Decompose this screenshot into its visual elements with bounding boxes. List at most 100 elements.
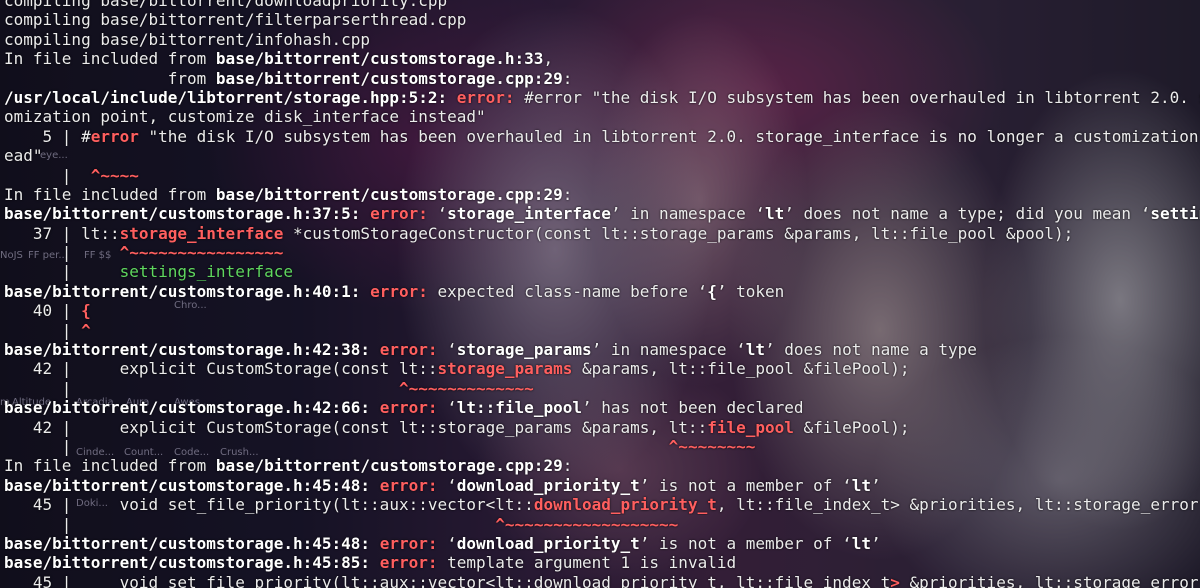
quoted-identifier: storage_params — [456, 340, 592, 360]
diagnostic-message: ’ has not been declared — [581, 398, 804, 418]
terminal-line: base/bittorrent/customstorage.h:42:66: e… — [4, 398, 1200, 417]
quoted-identifier: download_priority_t — [456, 533, 640, 553]
line-text: ead" — [4, 146, 43, 166]
gutter-bar: | — [4, 436, 82, 456]
gutter-bar: | — [4, 378, 82, 398]
source-code: lt:: — [81, 223, 120, 243]
include-prefix: In file included from — [4, 456, 216, 476]
source-code: # — [81, 126, 91, 146]
diagnostic-location: /usr/local/include/libtorrent/storage.hp… — [4, 87, 448, 107]
terminal-output[interactable]: compiling base/bittorrent/downloadpriori… — [0, 0, 1200, 588]
caret-marker: ^~~~~~~~~~~~~~~~~~~ — [495, 514, 679, 534]
diagnostic-location: base/bittorrent/customstorage.h:45:48: — [4, 475, 371, 495]
quoted-identifier: download_priority_t — [456, 475, 640, 495]
gutter-bar: | — [4, 165, 82, 185]
terminal-line: | ^~~~~~~~~~~~~~~~~ — [4, 243, 1200, 262]
line-number-gutter: 45 | — [4, 572, 82, 588]
highlighted-token: error — [90, 126, 139, 146]
highlighted-token: storage_params — [437, 359, 573, 379]
gutter-bar: | — [4, 262, 82, 282]
diagnostic-location: base/bittorrent/customstorage.h:40:1: — [4, 281, 361, 301]
diagnostic-message: ‘ — [437, 398, 457, 418]
diagnostic-message: ’ in namespace ‘ — [610, 204, 766, 224]
include-prefix: In file included from — [4, 184, 216, 204]
source-code: void set_file_priority(lt::aux::vector<l… — [81, 572, 891, 588]
terminal-line: base/bittorrent/customstorage.h:37:5: er… — [4, 204, 1200, 223]
diagnostic-location: base/bittorrent/customstorage.h:45:48: — [4, 533, 371, 553]
terminal-line: | ^~~~~~~~~~~~~~ — [4, 379, 1200, 398]
include-location: base/bittorrent/customstorage.cpp:29 — [215, 68, 563, 88]
source-code: &filePool); — [793, 417, 910, 437]
diagnostic-message: ‘ — [427, 204, 448, 224]
terminal-line: base/bittorrent/customstorage.h:40:1: er… — [4, 282, 1200, 301]
diagnostic-message: ‘ — [437, 475, 457, 495]
source-code: "the disk I/O subsystem has been overhau… — [148, 126, 1199, 146]
diagnostic-message: ’ is not a member of ‘ — [639, 475, 852, 495]
caret-padding — [81, 379, 399, 398]
quoted-identifier: lt — [851, 475, 871, 495]
error-label: error: — [379, 533, 438, 553]
error-label: error: — [379, 475, 438, 495]
terminal-line: 40 | { — [4, 301, 1200, 320]
terminal-line: /usr/local/include/libtorrent/storage.hp… — [4, 88, 1200, 107]
include-location: base/bittorrent/customstorage.h:33 — [215, 49, 544, 69]
terminal-line: | ^~~~~~~~~~~~~~~~~~~ — [4, 515, 1200, 534]
quoted-identifier: storage_interface — [447, 204, 611, 224]
terminal-line: | ^~~~~~~~~ — [4, 437, 1200, 456]
include-suffix: : — [562, 456, 573, 476]
gutter-bar: | — [4, 320, 82, 340]
gutter-bar: | — [4, 514, 82, 534]
diagnostic-message: expected class-name before ‘ — [427, 281, 708, 301]
line-text: compiling base/bittorrent/filterparserth… — [4, 10, 467, 30]
error-label: error: — [370, 281, 428, 301]
line-text: compiling base/bittorrent/downloadpriori… — [4, 0, 448, 10]
diagnostic-message: ’ token — [716, 281, 785, 301]
terminal-line: compiling base/bittorrent/filterparserth… — [4, 10, 1200, 29]
caret-padding — [81, 262, 120, 281]
diagnostic-message: ‘ — [437, 340, 457, 360]
quoted-identifier: lt — [765, 204, 785, 224]
terminal-line: base/bittorrent/customstorage.h:45:85: e… — [4, 553, 1200, 572]
line-text: omization point, customize disk_interfac… — [4, 107, 486, 127]
terminal-line: from base/bittorrent/customstorage.cpp:2… — [4, 69, 1200, 88]
gutter-bar: | — [4, 243, 82, 263]
caret-marker: ^~~~~ — [90, 165, 139, 185]
diagnostic-location: base/bittorrent/customstorage.h:45:85: — [4, 553, 371, 573]
terminal-line: In file included from base/bittorrent/cu… — [4, 49, 1200, 68]
line-number-gutter: 5 | — [4, 126, 82, 146]
line-number-gutter: 37 | — [4, 223, 82, 243]
caret-padding — [81, 515, 495, 534]
fixit-suggestion: settings_interface — [119, 262, 293, 282]
terminal-line: 37 | lt::storage_interface *customStorag… — [4, 224, 1200, 243]
quoted-identifier: lt::file_pool — [456, 398, 582, 418]
quoted-identifier: lt — [851, 533, 871, 553]
terminal-line: compiling base/bittorrent/infohash.cpp — [4, 30, 1200, 49]
source-code: explicit CustomStorage(const lt::storage… — [81, 417, 708, 437]
terminal-line: compiling base/bittorrent/downloadpriori… — [4, 0, 1200, 10]
include-prefix: In file included from — [4, 49, 216, 69]
caret-marker: ^~~~~~~~~~~~~~~~~ — [119, 243, 284, 263]
diagnostic-message: ’ is not a member of ‘ — [639, 533, 852, 553]
terminal-line: 45 | void set_file_priority(lt::aux::vec… — [4, 495, 1200, 514]
quoted-identifier: lt — [745, 340, 765, 360]
quoted-identifier: { — [707, 281, 717, 301]
source-code: void set_file_priority(lt::aux::vector<l… — [81, 495, 534, 515]
terminal-line: In file included from base/bittorrent/cu… — [4, 185, 1200, 204]
error-label: error: — [379, 553, 438, 573]
diagnostic-location: base/bittorrent/customstorage.h:42:38: — [4, 340, 371, 360]
terminal-line: ead" — [4, 146, 1200, 165]
include-suffix: , — [543, 49, 554, 69]
source-code: &priorities, lt::storage_error &ec) over… — [909, 572, 1199, 588]
highlighted-token: download_priority_t — [533, 495, 717, 515]
diagnostic-message: template argument 1 is invalid — [437, 553, 737, 573]
include-location: base/bittorrent/customstorage.cpp:29 — [215, 184, 563, 204]
diagnostic-location: base/bittorrent/customstorage.h:37:5: — [4, 204, 361, 224]
terminal-line: 5 | #error "the disk I/O subsystem has b… — [4, 127, 1200, 146]
terminal-line: | ^~~~~ — [4, 166, 1200, 185]
caret-padding — [81, 166, 91, 185]
diagnostic-message: #error "the disk I/O subsystem has been … — [524, 87, 1200, 107]
source-code: , lt::file_index_t> &priorities, lt::sto… — [716, 495, 1199, 515]
include-suffix: : — [562, 68, 573, 88]
line-text: compiling base/bittorrent/infohash.cpp — [4, 29, 371, 49]
highlighted-token: > — [890, 572, 900, 588]
